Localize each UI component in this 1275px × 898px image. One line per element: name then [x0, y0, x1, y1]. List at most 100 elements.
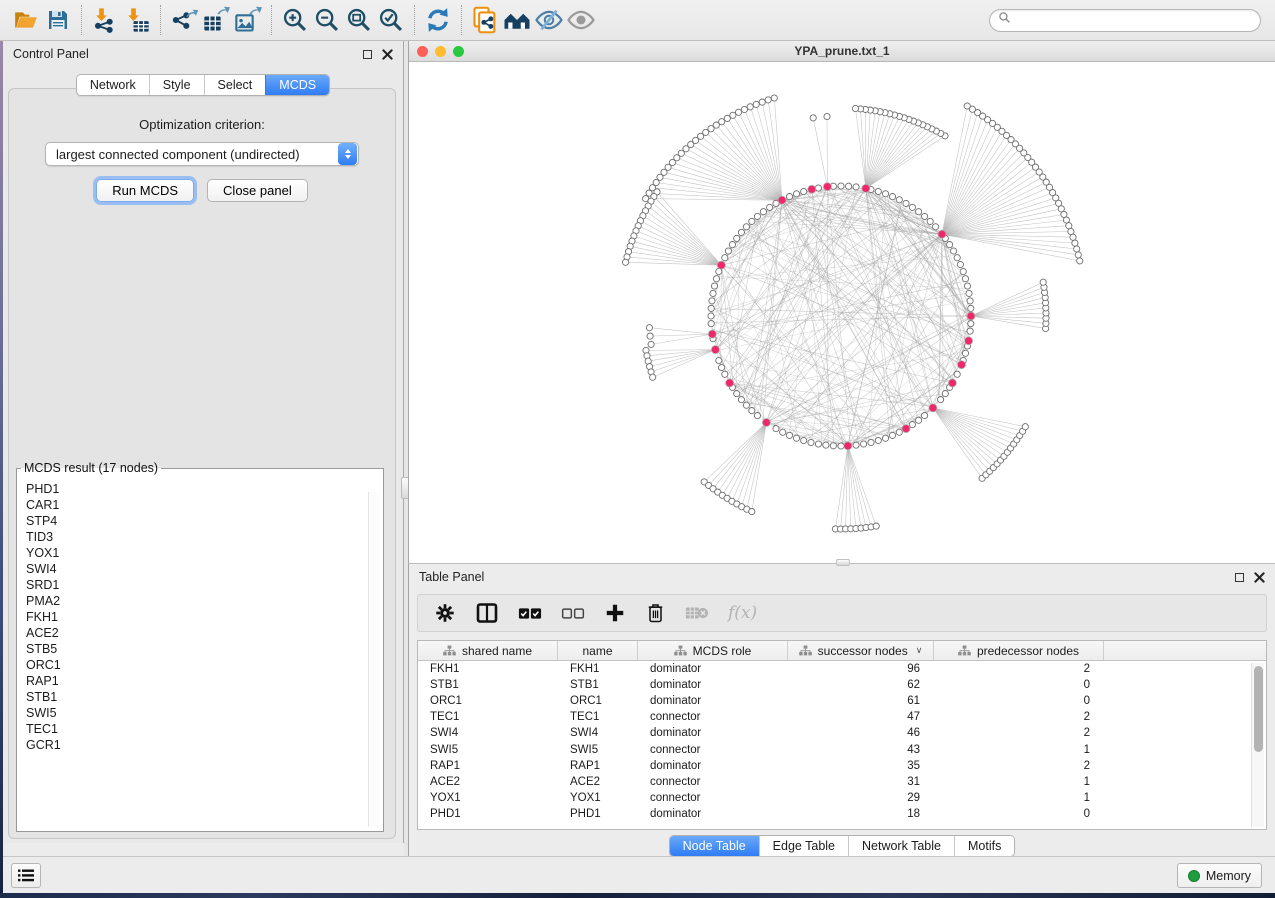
- table-row[interactable]: YOX1YOX1connector291: [418, 790, 1266, 806]
- close-panel-icon[interactable]: [1254, 572, 1265, 583]
- import-table-icon[interactable]: [121, 4, 153, 36]
- network-graph-canvas[interactable]: [409, 62, 1275, 563]
- column-header-mcds-role[interactable]: MCDS role: [638, 641, 788, 660]
- table-cell: 43: [788, 744, 934, 756]
- network-overview-houses-icon[interactable]: [501, 4, 533, 36]
- mcds-node: [778, 196, 786, 204]
- mcds-result-item[interactable]: SWI5: [26, 705, 383, 721]
- mcds-node: [929, 404, 937, 412]
- table-row[interactable]: TEC1TEC1connector472: [418, 709, 1266, 725]
- desktop-wallpaper-edge: [0, 41, 3, 893]
- column-header-predecessor-nodes[interactable]: predecessor nodes: [934, 641, 1104, 660]
- tab-edge-table[interactable]: Edge Table: [759, 836, 848, 856]
- tab-network[interactable]: Network: [77, 75, 149, 95]
- mcds-result-item[interactable]: TEC1: [26, 721, 383, 737]
- export-table-icon[interactable]: [200, 4, 232, 36]
- toolbar-separator: [81, 5, 82, 35]
- table-row[interactable]: SWI5SWI5connector431: [418, 741, 1266, 757]
- toolbar-separator: [414, 5, 415, 35]
- table-row[interactable]: FKH1FKH1dominator962: [418, 661, 1266, 677]
- table-panel-header: Table Panel: [409, 564, 1275, 590]
- mcds-result-item[interactable]: STB5: [26, 641, 383, 657]
- mcds-result-item[interactable]: YOX1: [26, 545, 383, 561]
- column-layout-icon[interactable]: [475, 601, 499, 625]
- list-icon: [18, 869, 34, 882]
- tab-motifs[interactable]: Motifs: [954, 836, 1014, 856]
- tab-select[interactable]: Select: [204, 75, 266, 95]
- toolbar-separator: [160, 5, 161, 35]
- task-history-button[interactable]: [11, 863, 41, 888]
- mcds-result-item[interactable]: PMA2: [26, 593, 383, 609]
- tab-mcds[interactable]: MCDS: [265, 75, 329, 95]
- table-row[interactable]: ORC1ORC1dominator610: [418, 693, 1266, 709]
- refresh-icon[interactable]: [422, 4, 454, 36]
- column-header-name[interactable]: name: [558, 641, 638, 660]
- tab-network-table[interactable]: Network Table: [848, 836, 954, 856]
- memory-button[interactable]: Memory: [1177, 863, 1262, 888]
- import-network-icon[interactable]: [89, 4, 121, 36]
- table-row[interactable]: STB1STB1dominator620: [418, 677, 1266, 693]
- mcds-result-item[interactable]: PHD1: [26, 481, 383, 497]
- network-view-window: YPA_prune.txt_1: [408, 41, 1275, 563]
- tab-style[interactable]: Style: [149, 75, 204, 95]
- settings-gear-icon[interactable]: [434, 602, 456, 624]
- show-all-eye-icon[interactable]: [565, 4, 597, 36]
- criterion-value: largest connected component (undirected): [56, 147, 300, 162]
- mcds-result-item[interactable]: STP4: [26, 513, 383, 529]
- table-scrollbar[interactable]: [1251, 663, 1264, 827]
- zoom-out-icon[interactable]: [311, 4, 343, 36]
- table-cell: STB1: [558, 679, 638, 691]
- search-input[interactable]: [1016, 13, 1252, 27]
- mcds-result-item[interactable]: STB1: [26, 689, 383, 705]
- search-field[interactable]: [989, 9, 1261, 32]
- mcds-result-item[interactable]: ACE2: [26, 625, 383, 641]
- table-cell: dominator: [638, 760, 788, 772]
- zoom-in-icon[interactable]: [279, 4, 311, 36]
- add-row-plus-icon[interactable]: [604, 602, 626, 624]
- close-panel-icon[interactable]: [382, 49, 393, 60]
- mcds-result-item[interactable]: ORC1: [26, 657, 383, 673]
- mcds-result-list[interactable]: PHD1CAR1STP4TID3YOX1SWI4SRD1PMA2FKH1ACE2…: [17, 479, 383, 823]
- table-row[interactable]: ACE2ACE2connector311: [418, 774, 1266, 790]
- criterion-dropdown[interactable]: largest connected component (undirected): [45, 142, 359, 166]
- column-header-shared-name[interactable]: shared name: [418, 641, 558, 660]
- node-table[interactable]: shared name name MCDS role successor nod…: [417, 640, 1267, 830]
- mcds-result-item[interactable]: FKH1: [26, 609, 383, 625]
- delete-trash-icon[interactable]: [645, 602, 666, 624]
- float-panel-icon[interactable]: [1235, 573, 1244, 582]
- zoom-fit-icon[interactable]: [343, 4, 375, 36]
- network-view-titlebar[interactable]: YPA_prune.txt_1: [409, 41, 1275, 62]
- mcds-result-item[interactable]: RAP1: [26, 673, 383, 689]
- zoom-selected-icon[interactable]: [375, 4, 407, 36]
- table-row[interactable]: RAP1RAP1dominator352: [418, 758, 1266, 774]
- mcds-result-item[interactable]: CAR1: [26, 497, 383, 513]
- main-toolbar: [0, 0, 1275, 41]
- shared-column-icon: [799, 645, 812, 656]
- table-row[interactable]: SWI4SWI4dominator462: [418, 725, 1266, 741]
- select-all-checkboxes-icon[interactable]: [518, 606, 542, 621]
- export-network-icon[interactable]: [168, 4, 200, 36]
- mcds-list-scrollbar[interactable]: [368, 492, 380, 827]
- save-icon[interactable]: [42, 4, 74, 36]
- hide-selected-eye-slash-icon[interactable]: [533, 4, 565, 36]
- deselect-all-checkboxes-icon[interactable]: [561, 606, 585, 621]
- float-panel-icon[interactable]: [363, 50, 372, 59]
- scrollbar-thumb[interactable]: [1254, 666, 1263, 752]
- mcds-node: [862, 184, 870, 192]
- mcds-result-item[interactable]: GCR1: [26, 737, 383, 753]
- column-header-successor-nodes[interactable]: successor nodes ∨: [788, 641, 934, 660]
- close-panel-button[interactable]: Close panel: [207, 179, 308, 202]
- mcds-result-item[interactable]: SRD1: [26, 577, 383, 593]
- table-row[interactable]: PHD1PHD1dominator180: [418, 806, 1266, 822]
- mcds-result-item[interactable]: TID3: [26, 529, 383, 545]
- run-mcds-button[interactable]: Run MCDS: [96, 179, 194, 202]
- table-cell: YOX1: [418, 792, 558, 804]
- horizontal-splitter-grip[interactable]: [836, 559, 850, 566]
- memory-status-icon: [1188, 870, 1200, 882]
- new-network-from-selection-icon[interactable]: [469, 4, 501, 36]
- mcds-result-item[interactable]: SWI4: [26, 561, 383, 577]
- dropdown-stepper-icon: [338, 143, 357, 165]
- tab-node-table[interactable]: Node Table: [670, 836, 759, 856]
- export-image-icon[interactable]: [232, 4, 264, 36]
- open-folder-icon[interactable]: [10, 4, 42, 36]
